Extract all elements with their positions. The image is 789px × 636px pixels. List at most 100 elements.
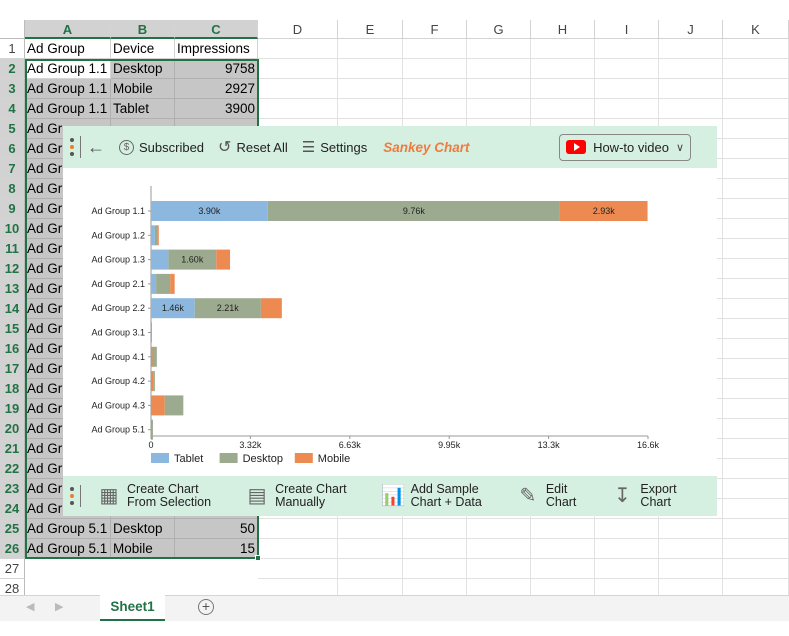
row-header-1[interactable]: 1 xyxy=(0,39,25,59)
cell-A1[interactable]: Ad Group xyxy=(25,39,111,59)
column-header-D[interactable]: D xyxy=(258,20,338,39)
row-header-2[interactable]: 2 xyxy=(0,59,25,79)
edit-chart-icon: ✎ xyxy=(519,484,537,507)
grid-line xyxy=(258,99,789,119)
row-header-24[interactable]: 24 xyxy=(0,499,25,519)
reset-all-button[interactable]: ↺ Reset All xyxy=(218,137,288,157)
from-selection-button[interactable]: ▦ Create Chart From Selection xyxy=(97,483,212,509)
bar-segment-mobile xyxy=(216,249,231,270)
column-header-A[interactable]: A xyxy=(25,20,111,39)
row-header-3[interactable]: 3 xyxy=(0,79,25,99)
manually-button[interactable]: ▤ Create Chart Manually xyxy=(245,483,347,509)
back-button[interactable]: ← xyxy=(87,137,105,158)
chart-panel: Ad Group 1.1 3.90k 9.76k 2.93k Ad Group 1.2 A… xyxy=(63,168,717,476)
select-all-corner[interactable] xyxy=(0,20,25,39)
column-header-J[interactable]: J xyxy=(659,20,723,39)
row-header-19[interactable]: 19 xyxy=(0,399,25,419)
column-header-G[interactable]: G xyxy=(467,20,531,39)
grid-line xyxy=(258,519,789,539)
add-sheet-icon[interactable]: + xyxy=(198,599,214,615)
settings-button[interactable]: ☰ Settings xyxy=(302,138,367,156)
sheet-tab-sheet1[interactable]: Sheet1 xyxy=(100,595,165,621)
row-header-15[interactable]: 15 xyxy=(0,319,25,339)
category-label: Ad Group 1.3 xyxy=(91,255,145,265)
row-header-10[interactable]: 10 xyxy=(0,219,25,239)
button-label-line1: Create Chart xyxy=(275,482,347,496)
button-label-line2: Chart + Data xyxy=(410,495,482,509)
row-header-23[interactable]: 23 xyxy=(0,479,25,499)
reset-label: Reset All xyxy=(236,139,288,155)
fill-handle[interactable] xyxy=(255,555,261,561)
row-header-27[interactable]: 27 xyxy=(0,559,25,579)
row-header-11[interactable]: 11 xyxy=(0,239,25,259)
row-header-8[interactable]: 8 xyxy=(0,179,25,199)
row-header-22[interactable]: 22 xyxy=(0,459,25,479)
cell-C1[interactable]: Impressions xyxy=(175,39,258,59)
grid-line xyxy=(258,559,789,579)
chart-button[interactable]: ✎ Edit Chart xyxy=(516,483,576,509)
row-header-25[interactable]: 25 xyxy=(0,519,25,539)
row-header-21[interactable]: 21 xyxy=(0,439,25,459)
column-header-B[interactable]: B xyxy=(111,20,175,39)
column-header-C[interactable]: C xyxy=(175,20,258,39)
column-header-I[interactable]: I xyxy=(595,20,659,39)
bar-segment-mobile xyxy=(170,273,175,294)
row-header-14[interactable]: 14 xyxy=(0,299,25,319)
x-tick-label: 3.32k xyxy=(239,440,262,450)
row-header-7[interactable]: 7 xyxy=(0,159,25,179)
row-header-12[interactable]: 12 xyxy=(0,259,25,279)
category-label: Ad Group 4.3 xyxy=(91,400,145,410)
cell-B1[interactable]: Device xyxy=(111,39,175,59)
category-label: Ad Group 1.1 xyxy=(91,206,145,216)
legend-label: Tablet xyxy=(174,453,203,465)
scroll-right-icon[interactable]: ▶ xyxy=(55,600,63,613)
row-header-18[interactable]: 18 xyxy=(0,379,25,399)
column-header-E[interactable]: E xyxy=(338,20,403,39)
row-header-13[interactable]: 13 xyxy=(0,279,25,299)
bar-segment-desktop xyxy=(156,273,171,294)
row-header-20[interactable]: 20 xyxy=(0,419,25,439)
bar-segment-mobile xyxy=(151,346,153,367)
data-label: 3.90k xyxy=(198,206,221,216)
bar-segment-tablet xyxy=(151,249,169,270)
bar-segment-desktop xyxy=(151,419,153,440)
bar-segment-tablet xyxy=(151,273,157,294)
subscribed-button[interactable]: $ Subscribed xyxy=(119,139,205,155)
category-label: Ad Group 1.2 xyxy=(91,230,145,240)
column-header-K[interactable]: K xyxy=(723,20,789,39)
category-label: Ad Group 4.1 xyxy=(91,352,145,362)
row-header-17[interactable]: 17 xyxy=(0,359,25,379)
bar-segment-desktop xyxy=(153,371,155,392)
export-chart-icon: ↧ xyxy=(614,484,631,507)
column-header-H[interactable]: H xyxy=(531,20,595,39)
button-label-line2: Manually xyxy=(275,495,326,509)
addin-toolbar: ← $ Subscribed ↺ Reset All ☰ Settings Sanke… xyxy=(63,126,717,168)
x-tick-label: 13.3k xyxy=(538,440,561,450)
drag-handle-icon[interactable] xyxy=(70,487,74,505)
button-label-line2: Chart xyxy=(640,495,671,509)
how-to-video-label: How-to video xyxy=(593,139,669,155)
sliders-icon: ☰ xyxy=(301,139,316,156)
row-header-26[interactable]: 26 xyxy=(0,539,25,559)
x-tick-label: 16.6k xyxy=(637,440,660,450)
legend-swatch-tablet xyxy=(151,453,169,463)
data-label: 9.76k xyxy=(403,206,426,216)
row-header-4[interactable]: 4 xyxy=(0,99,25,119)
row-header-6[interactable]: 6 xyxy=(0,139,25,159)
row-header-16[interactable]: 16 xyxy=(0,339,25,359)
dollar-circle-icon: $ xyxy=(119,139,134,155)
scroll-left-icon[interactable]: ◀ xyxy=(26,600,34,613)
column-header-F[interactable]: F xyxy=(403,20,467,39)
how-to-video-dropdown[interactable]: How-to video ∨ xyxy=(559,133,691,161)
bar-segment-desktop xyxy=(164,395,184,416)
divider xyxy=(80,485,81,507)
row-header-9[interactable]: 9 xyxy=(0,199,25,219)
divider xyxy=(80,136,81,158)
chart-data-button[interactable]: 📊 Add Sample Chart + Data xyxy=(381,483,482,509)
grid-line xyxy=(258,79,789,99)
drag-handle-icon[interactable] xyxy=(70,138,74,156)
chart-button[interactable]: ↧ Export Chart xyxy=(610,483,677,509)
grid-line xyxy=(258,539,789,559)
subscribed-label: Subscribed xyxy=(139,139,205,155)
row-header-5[interactable]: 5 xyxy=(0,119,25,139)
